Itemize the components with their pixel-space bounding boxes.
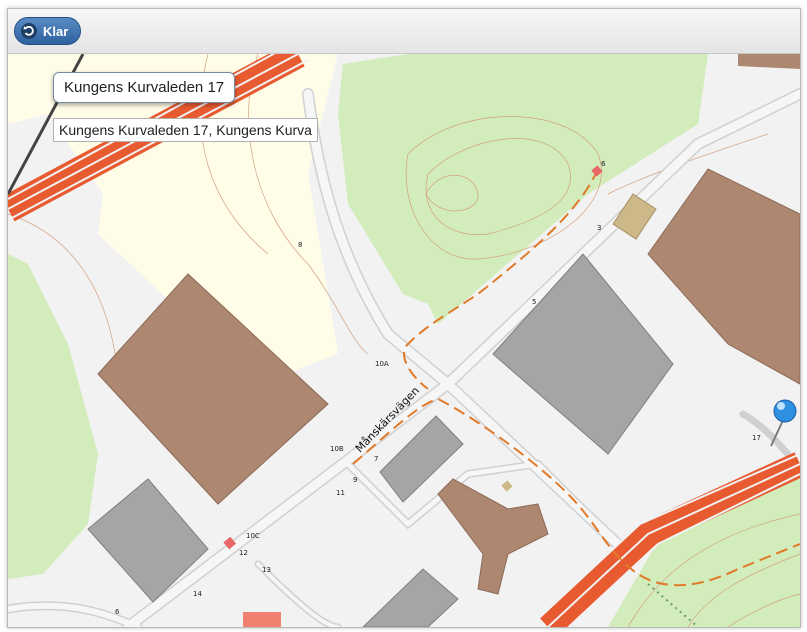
house-number-12: 12 [239, 549, 248, 557]
house-number-17: 17 [752, 434, 761, 442]
house-number-10b: 10B [330, 445, 344, 453]
toolbar: Klar [8, 9, 800, 54]
done-button[interactable]: Klar [14, 17, 82, 45]
address-suggestion[interactable]: Kungens Kurvaleden 17, Kungens Kurva [53, 118, 318, 142]
house-number-11: 11 [336, 489, 345, 497]
house-number-13: 13 [262, 566, 271, 574]
house-number-7: 7 [374, 455, 378, 463]
house-number-8: 8 [298, 241, 302, 249]
undo-arrow-icon [21, 23, 37, 39]
building-salmon [243, 612, 281, 627]
house-number-14: 14 [193, 590, 202, 598]
done-button-label: Klar [43, 23, 69, 39]
house-number-6: 6 [601, 160, 606, 168]
house-number-3: 3 [597, 224, 601, 232]
house-number-10c: 10C [246, 532, 260, 540]
house-number-10a: 10A [375, 360, 389, 368]
house-number-6b: 6 [115, 608, 120, 616]
map-window: Klar 8 6 3 5 10A 10B 7 9 11 10C 12 13 14… [7, 8, 801, 628]
house-number-5: 5 [532, 298, 536, 306]
location-callout[interactable]: Kungens Kurvaleden 17 [53, 72, 236, 103]
house-number-9: 9 [353, 476, 357, 484]
